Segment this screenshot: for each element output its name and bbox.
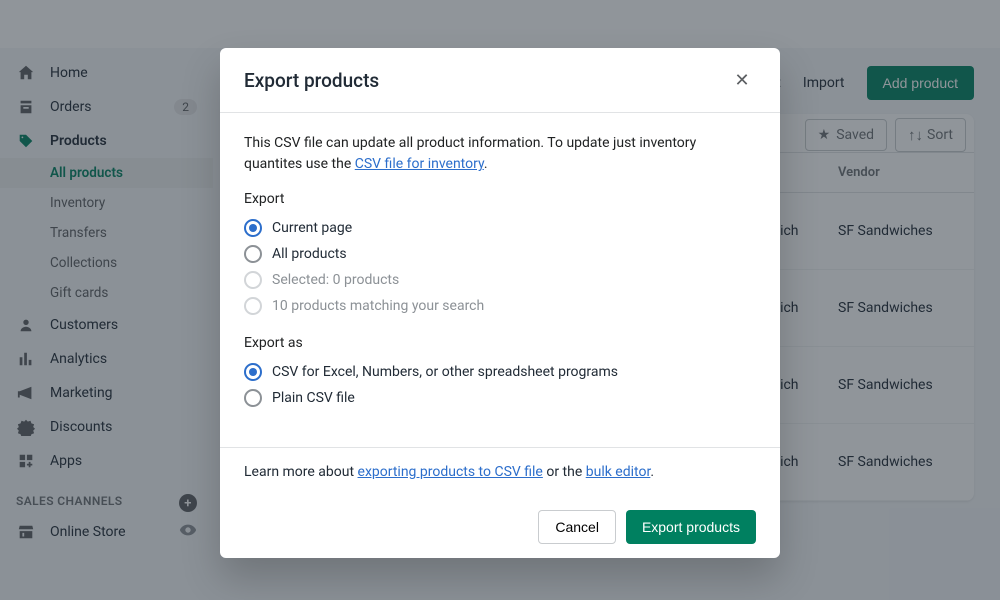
radio-label: Current page — [272, 220, 352, 236]
format-option-radio[interactable]: CSV for Excel, Numbers, or other spreads… — [244, 359, 756, 385]
export-section-label: Export — [244, 191, 756, 207]
exporting-csv-link[interactable]: exporting products to CSV file — [358, 464, 543, 480]
radio-icon — [244, 363, 262, 381]
radio-icon — [244, 297, 262, 315]
cancel-button[interactable]: Cancel — [538, 510, 616, 544]
modal-overlay: Export products ✕ This CSV file can upda… — [0, 0, 1000, 600]
radio-icon — [244, 271, 262, 289]
format-option-radio[interactable]: Plain CSV file — [244, 385, 756, 411]
export-modal: Export products ✕ This CSV file can upda… — [220, 48, 780, 558]
export-option-radio: Selected: 0 products — [244, 267, 756, 293]
radio-icon — [244, 219, 262, 237]
modal-description: This CSV file can update all product inf… — [244, 133, 756, 175]
radio-label: 10 products matching your search — [272, 298, 484, 314]
bulk-editor-link[interactable]: bulk editor — [586, 464, 651, 480]
export-option-radio[interactable]: All products — [244, 241, 756, 267]
radio-label: All products — [272, 246, 347, 262]
radio-label: Plain CSV file — [272, 390, 355, 406]
radio-icon — [244, 245, 262, 263]
exportas-section-label: Export as — [244, 335, 756, 351]
radio-label: CSV for Excel, Numbers, or other spreads… — [272, 364, 618, 380]
radio-icon — [244, 389, 262, 407]
modal-title: Export products — [244, 69, 728, 92]
radio-label: Selected: 0 products — [272, 272, 399, 288]
modal-learn-more: Learn more about exporting products to C… — [220, 448, 780, 496]
csv-inventory-link[interactable]: CSV file for inventory — [355, 156, 484, 172]
export-option-radio: 10 products matching your search — [244, 293, 756, 319]
close-icon[interactable]: ✕ — [728, 66, 756, 94]
export-products-button[interactable]: Export products — [626, 510, 756, 544]
export-option-radio[interactable]: Current page — [244, 215, 756, 241]
